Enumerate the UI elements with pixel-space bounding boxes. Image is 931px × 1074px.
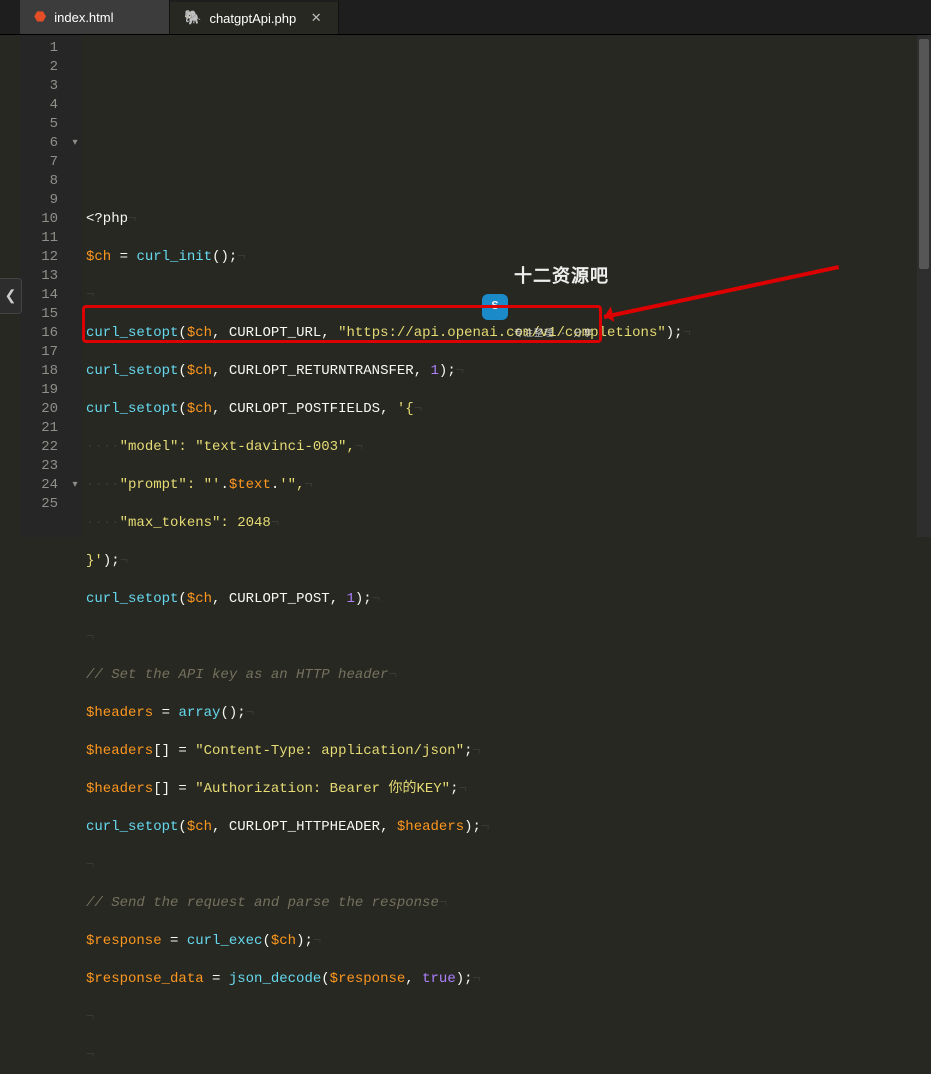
code-line: $ch = curl_init();¬ [86, 248, 931, 267]
code-line: curl_setopt($ch, CURLOPT_POST, 1);¬ [86, 590, 931, 609]
code-line: ····"prompt": "'.$text.'",¬ [86, 476, 931, 495]
line-number: 21 [28, 419, 58, 438]
line-number: 3 [28, 77, 58, 96]
line-number: 8 [28, 172, 58, 191]
vertical-scrollbar[interactable] [917, 35, 931, 537]
code-line: ¬ [86, 286, 931, 305]
code-line: ¬ [86, 628, 931, 647]
code-line: curl_setopt($ch, CURLOPT_POSTFIELDS, '{¬ [86, 400, 931, 419]
fold-gutter [68, 35, 82, 537]
line-number: 4 [28, 96, 58, 115]
line-number: 7 [28, 153, 58, 172]
line-number: 1 [28, 39, 58, 58]
line-number: 20 [28, 400, 58, 419]
fold-arrow-icon[interactable] [68, 134, 82, 153]
line-number: 16 [28, 324, 58, 343]
code-line: ¬ [86, 1008, 931, 1027]
code-line: <?php¬ [86, 210, 931, 229]
code-line: $headers = array();¬ [86, 704, 931, 723]
sidebar-toggle[interactable]: ❮ [0, 278, 22, 314]
html5-icon: ⬣ [34, 9, 46, 26]
scrollbar-thumb[interactable] [919, 39, 929, 269]
code-line: // Set the API key as an HTTP header¬ [86, 666, 931, 685]
code-line: }');¬ [86, 552, 931, 571]
code-line: // Send the request and parse the respon… [86, 894, 931, 913]
code-line: $headers[] = "Authorization: Bearer 你的KE… [86, 780, 931, 799]
code-line: ¬ [86, 1046, 931, 1065]
line-number: 14 [28, 286, 58, 305]
line-number: 19 [28, 381, 58, 400]
line-number: 18 [28, 362, 58, 381]
code-line: $response = curl_exec($ch);¬ [86, 932, 931, 951]
code-line: $response_data = json_decode($response, … [86, 970, 931, 989]
tab-chatgptapi-php[interactable]: 🐘 chatgptApi.php ✕ [170, 0, 339, 34]
line-number: 23 [28, 457, 58, 476]
code-line: curl_setopt($ch, CURLOPT_HTTPHEADER, $he… [86, 818, 931, 837]
tab-index-html[interactable]: ⬣ index.html [20, 0, 170, 34]
code-line: curl_setopt($ch, CURLOPT_RETURNTRANSFER,… [86, 362, 931, 381]
tab-bar: ⬣ index.html 🐘 chatgptApi.php ✕ [0, 0, 931, 35]
chevron-left-icon: ❮ [5, 288, 17, 305]
line-number: 22 [28, 438, 58, 457]
line-number-gutter: 1 2 3 4 5 6 7 8 9 10 11 12 13 14 15 16 1… [20, 35, 68, 537]
code-line: ····"model": "text-davinci-003",¬ [86, 438, 931, 457]
watermark-title: 十二资源吧 [514, 269, 609, 287]
code-editor[interactable]: 1 2 3 4 5 6 7 8 9 10 11 12 13 14 15 16 1… [20, 35, 931, 537]
php-icon: 🐘 [184, 10, 201, 27]
line-number: 9 [28, 191, 58, 210]
tab-label: index.html [54, 10, 113, 25]
line-number: 6 [28, 134, 58, 153]
line-number: 11 [28, 229, 58, 248]
close-icon[interactable]: ✕ [308, 10, 324, 26]
line-number: 5 [28, 115, 58, 134]
code-line: ····"max_tokens": 2048¬ [86, 514, 931, 533]
line-number: 10 [28, 210, 58, 229]
line-number: 17 [28, 343, 58, 362]
line-number: 25 [28, 495, 58, 514]
line-number: 2 [28, 58, 58, 77]
tab-label: chatgptApi.php [209, 11, 296, 26]
code-area[interactable]: S 十二资源吧 专注整理 · 分享 <?php¬ $ch = curl_init… [82, 35, 931, 537]
line-number: 13 [28, 267, 58, 286]
line-number: 24 [28, 476, 58, 495]
code-line: $headers[] = "Content-Type: application/… [86, 742, 931, 761]
code-line: ¬ [86, 856, 931, 875]
line-number: 15 [28, 305, 58, 324]
line-number: 12 [28, 248, 58, 267]
fold-arrow-icon[interactable] [68, 476, 82, 495]
code-line: curl_setopt($ch, CURLOPT_URL, "https://a… [86, 324, 931, 343]
